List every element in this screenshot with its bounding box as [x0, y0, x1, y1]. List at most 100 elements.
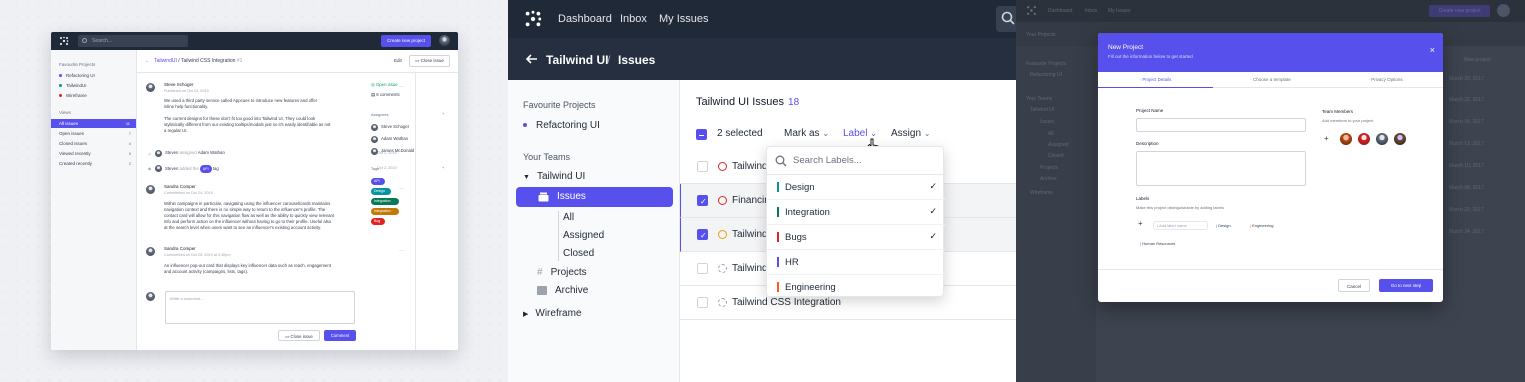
more-options-icon[interactable]: ··· [399, 186, 405, 192]
add-label-icon[interactable]: + [1138, 219, 1143, 228]
top-nav: Dashboard Inbox My Issues [508, 0, 1016, 38]
avatar [155, 165, 162, 172]
sidebar-item-refactoring-ui[interactable]: Refactoring UI [523, 120, 600, 131]
sidebar-item-issues[interactable]: Issues [516, 187, 673, 207]
next-step-button[interactable]: Go to next step [1379, 279, 1433, 292]
dimmed-sidebar-item: Projects [1040, 165, 1059, 171]
dimmed-sidebar: Favourite Projects Refactoring UI Your T… [1016, 46, 1096, 382]
row-checkbox[interactable]: ✓ [697, 195, 708, 206]
tag-badge[interactable]: Bug [371, 218, 385, 225]
tag-badge[interactable]: Design [371, 188, 391, 195]
label-chip-hr[interactable]: | Human Resources [1136, 239, 1180, 248]
add-label-input[interactable]: | Add label name [1153, 221, 1208, 230]
assignee-name[interactable]: James McDonald [381, 148, 414, 154]
dimmed-sidebar-item: Refactoring UI [1030, 72, 1062, 78]
sidebar-item-tailwind-ui[interactable]: ▼ Tailwind UI [523, 171, 585, 182]
back-arrow-icon[interactable]: ← [145, 58, 150, 64]
project-title[interactable]: Tailwind UI [546, 53, 608, 67]
mark-as-dropdown[interactable]: Mark as ⌄ [784, 128, 829, 139]
row-checkbox[interactable] [697, 297, 708, 308]
comment-textarea[interactable]: Write a comment... [165, 291, 355, 324]
label-option-hr[interactable]: HR [767, 250, 945, 275]
close-issue-top-button[interactable]: ▭ Close issue [409, 55, 450, 67]
sidebar-item-archive[interactable]: Archive [537, 285, 588, 296]
row-checkbox[interactable]: ✓ [697, 229, 708, 240]
comment-button[interactable]: Comment [324, 330, 356, 341]
tree-line [558, 211, 559, 261]
sidebar-item-viewed-recently[interactable]: Viewed recently 5 [59, 151, 131, 156]
avatar [155, 150, 162, 157]
assignee-name[interactable]: Steve Schoger [381, 124, 409, 130]
comment-body: We used a third party service called App… [164, 98, 331, 133]
nav-inbox[interactable]: Inbox [620, 13, 647, 25]
sidebar-item-closed[interactable]: Closed [563, 248, 594, 259]
label-option-design[interactable]: Design ✓ [767, 175, 945, 200]
close-issue-button[interactable]: ▭ Close issue [278, 330, 320, 341]
sidebar-item-assigned[interactable]: Assigned [563, 230, 604, 241]
modal-title: New Project [1108, 44, 1144, 51]
cancel-button[interactable]: Cancel [1338, 279, 1370, 292]
tag-badge[interactable]: API [371, 178, 385, 185]
tag-icon: ◆ [148, 167, 151, 171]
edit-button[interactable]: Edit [394, 58, 402, 63]
comment-author: Sandra Comper [164, 184, 196, 189]
project-name-input[interactable] [1136, 118, 1306, 132]
user-avatar[interactable] [439, 35, 450, 46]
label-chip-design[interactable]: | Design [1212, 221, 1235, 230]
description-textarea[interactable] [1136, 151, 1306, 186]
sidebar-item-open-issues[interactable]: Open issues 7 [59, 131, 131, 136]
row-title: Tailwind [732, 263, 768, 274]
select-all-checkbox[interactable] [696, 129, 707, 140]
search-input[interactable]: Search... [78, 35, 188, 47]
dimmed-date: March 22, 2017 [1449, 207, 1484, 213]
sidebar-item-created-recently[interactable]: Created recently 2 [59, 161, 131, 166]
sidebar-item-all-issues[interactable]: All issues 11 [51, 119, 136, 128]
search-button[interactable] [996, 6, 1016, 32]
avatar [371, 136, 378, 143]
row-checkbox[interactable] [697, 263, 708, 274]
label-option-integration[interactable]: Integration ✓ [767, 200, 945, 225]
label-color-bar [777, 257, 779, 267]
search-icon [775, 155, 787, 167]
avatar[interactable] [1394, 133, 1406, 145]
tab-choose-template[interactable]: · Choose a template [1213, 72, 1328, 88]
add-tag-icon[interactable]: + [442, 166, 444, 170]
logo-icon [60, 36, 69, 45]
nav-my-issues[interactable]: My Issues [659, 13, 709, 25]
avatar[interactable] [1376, 133, 1388, 145]
tab-privacy-options[interactable]: · Privacy Options [1328, 72, 1443, 88]
breadcrumb-project[interactable]: TailwindUI [154, 58, 177, 64]
assignee-name[interactable]: Adam Wathan [381, 136, 408, 142]
close-icon[interactable]: × [1430, 45, 1435, 55]
chevron-down-icon: ⌄ [822, 129, 830, 138]
avatar [371, 148, 378, 155]
sidebar-item-wireframe[interactable]: Wireframe [59, 93, 87, 98]
add-assignee-icon[interactable]: + [442, 112, 444, 116]
tab-project-details[interactable]: · Project Details [1098, 72, 1213, 88]
sidebar-item-all[interactable]: All [563, 212, 574, 223]
assign-dropdown[interactable]: Assign ⌄ [891, 128, 931, 139]
sidebar-item-refactoring-ui[interactable]: Refactoring UI [59, 73, 95, 78]
sidebar-item-wireframe[interactable]: ▶ Wireframe [523, 308, 582, 319]
sidebar-item-projects[interactable]: # Projects [537, 267, 587, 278]
label-color-bar [777, 182, 779, 192]
sidebar-item-closed-issues[interactable]: Closed issues 4 [59, 141, 131, 146]
create-project-button[interactable]: Create new project [381, 35, 431, 47]
nav-dashboard[interactable]: Dashboard [558, 13, 612, 25]
tag-badge[interactable]: Integration [371, 198, 399, 205]
add-member-icon[interactable]: + [1324, 134, 1329, 143]
chevron-down-icon: ⌄ [870, 129, 877, 138]
tag-badge[interactable]: Integration [371, 208, 399, 215]
label-option-bugs[interactable]: Bugs ✓ [767, 225, 945, 250]
row-checkbox[interactable] [697, 161, 708, 172]
sidebar-item-tailwindui[interactable]: TailwindUI [59, 83, 87, 88]
label-search-input[interactable]: Search Labels... [767, 147, 945, 175]
more-options-icon[interactable]: ··· [399, 84, 405, 90]
avatar[interactable] [1358, 133, 1370, 145]
label-option-engineering[interactable]: Engineering [767, 275, 945, 300]
label-chip-engineering[interactable]: | Engineering [1246, 221, 1278, 230]
more-options-icon[interactable]: ··· [399, 248, 405, 254]
back-arrow-icon[interactable] [526, 53, 538, 65]
checkmark-icon: ✓ [929, 206, 937, 216]
avatar[interactable] [1340, 133, 1352, 145]
